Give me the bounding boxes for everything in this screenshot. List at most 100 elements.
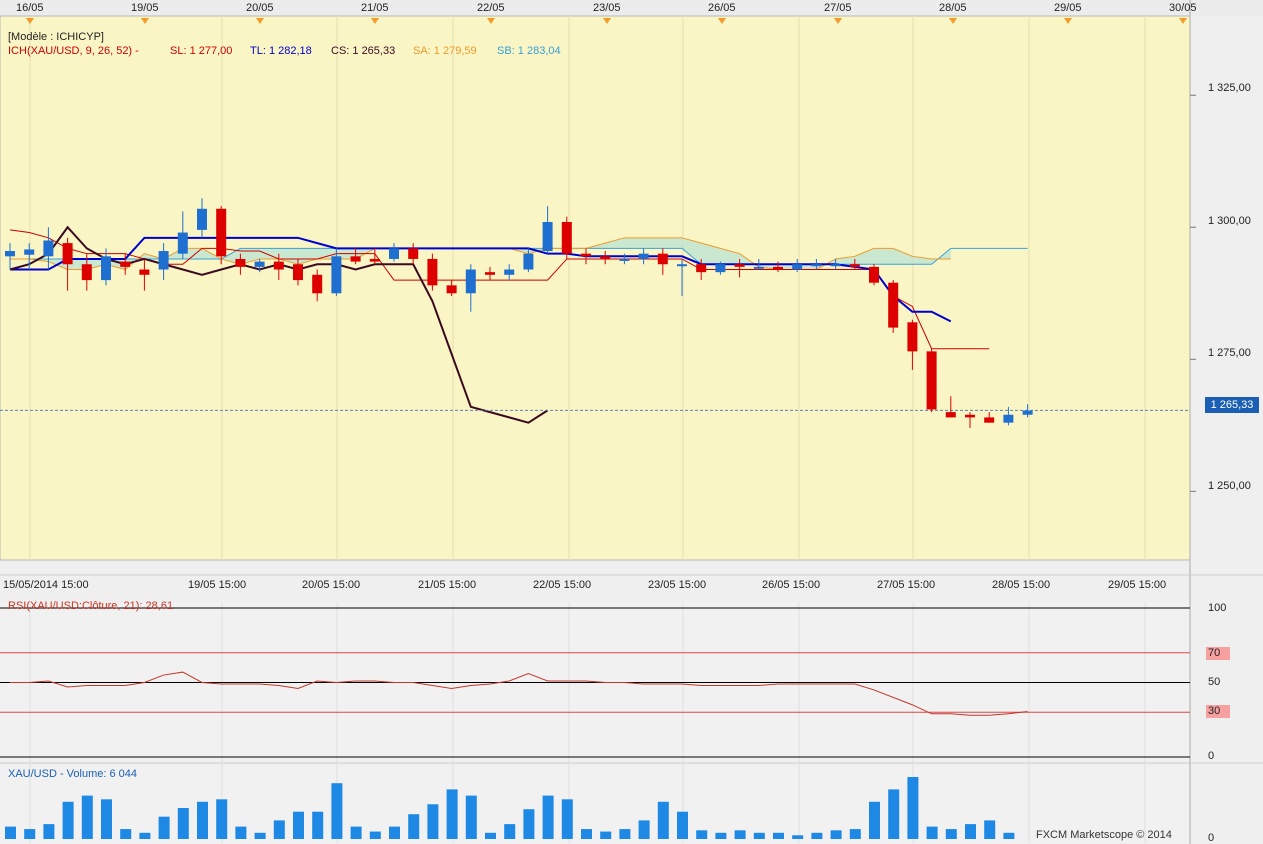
volume-bar [62,801,74,839]
volume-bar [485,832,496,839]
top-date-label: 22/05 [477,2,505,14]
volume-bar [43,824,55,839]
candle-body [273,261,284,270]
volume-bar [5,826,16,839]
volume-bar [657,801,669,839]
legend-sl: SL: 1 277,00 [170,45,233,57]
price-axis-label: 1 250,00 [1208,480,1251,492]
price-axis-label: 1 325,00 [1208,82,1251,94]
volume-bar [158,816,170,839]
volume-bar [350,826,362,839]
candle-body [523,253,534,270]
volume-bar [945,829,957,839]
candle-body [1022,410,1033,415]
top-date-label: 30/05 [1169,2,1197,14]
top-date-label: 28/05 [939,2,967,14]
volume-bar [792,835,804,839]
volume-bar [81,795,93,839]
candle-body [389,248,399,259]
candle-body [965,414,975,418]
candle-body [811,264,822,267]
model-label: [Modèle : ICHICYP] [8,31,104,43]
candle-body [869,266,879,283]
candle-body [888,282,899,328]
candle-body [849,264,860,267]
candle-body [331,256,342,294]
rsi-level-70: 70 [1206,647,1230,660]
candle-body [216,208,227,257]
x-axis-label: 26/05 15:00 [762,579,821,591]
legend-sa: SA: 1 279,59 [413,45,477,57]
volume-bar [811,832,823,839]
legend-tl: TL: 1 282,18 [250,45,312,57]
candle-body [158,251,169,270]
candle-body [62,243,73,265]
candle-body [485,272,495,275]
legend-sb: SB: 1 283,04 [497,45,561,57]
candle-body [734,264,745,267]
x-axis-label: 23/05 15:00 [648,579,707,591]
volume-bar [926,826,938,839]
candle-body [101,256,111,281]
volume-bar [369,831,381,839]
candle-body [773,266,783,270]
candle-body [984,417,995,423]
volume-bar [24,829,36,839]
volume-bar [254,832,266,839]
rsi-title: RSI(XAU/USD:Clôture, 21): 28,61 [8,600,174,612]
candle-body [619,258,630,261]
candle-body [408,248,419,259]
volume-bar [446,789,458,839]
legend-cs: CS: 1 265,33 [331,45,396,57]
volume-bar [273,820,285,839]
candle-body [81,264,92,281]
candle-body [677,264,687,267]
candle-body [907,322,918,352]
volume-bar [965,824,976,839]
candle-body [715,264,726,273]
candle-body [197,208,207,230]
top-date-label: 26/05 [708,2,736,14]
price-axis-label: 1 300,00 [1208,215,1251,227]
last-price-badge: 1 265,33 [1205,397,1259,413]
candle-body [139,269,150,275]
top-date-label: 29/05 [1054,2,1082,14]
x-axis-label: 21/05 15:00 [418,579,477,591]
volume-bar [849,829,861,839]
rsi-level-50: 50 [1208,676,1221,688]
x-axis-label: 29/05 15:00 [1108,579,1167,591]
candle-body [657,253,668,265]
candle-body [581,253,591,257]
volume-zero-label: 0 [1208,832,1215,844]
volume-bar [907,777,919,839]
top-date-label: 21/05 [361,2,389,14]
top-date-label: 16/05 [16,2,44,14]
volume-bar [465,795,477,839]
volume-bar [638,820,650,839]
volume-bar [408,814,420,839]
candle-body [350,256,361,262]
volume-bar [427,804,439,839]
candle-body [600,256,611,259]
candle-body [945,412,956,418]
top-date-label: 23/05 [593,2,621,14]
volume-bar [177,808,189,839]
candle-body [177,232,188,254]
rsi-level-100: 100 [1208,602,1227,614]
volume-bar [715,832,727,839]
rsi-level-30: 30 [1206,705,1230,718]
x-axis-label: 15/05/2014 15:00 [3,579,89,591]
candle-body [561,221,572,254]
candle-body [542,221,553,252]
volume-bar [197,801,208,839]
volume-bar [773,832,784,839]
candle-body [369,258,380,262]
rsi-level-0: 0 [1208,750,1215,762]
volume-bar [542,795,554,839]
candle-body [504,269,515,275]
candle-body [792,264,803,270]
candle-body [446,285,457,294]
candle-body [427,258,438,286]
x-axis-label: 22/05 15:00 [533,579,592,591]
volume-bar [523,809,535,839]
